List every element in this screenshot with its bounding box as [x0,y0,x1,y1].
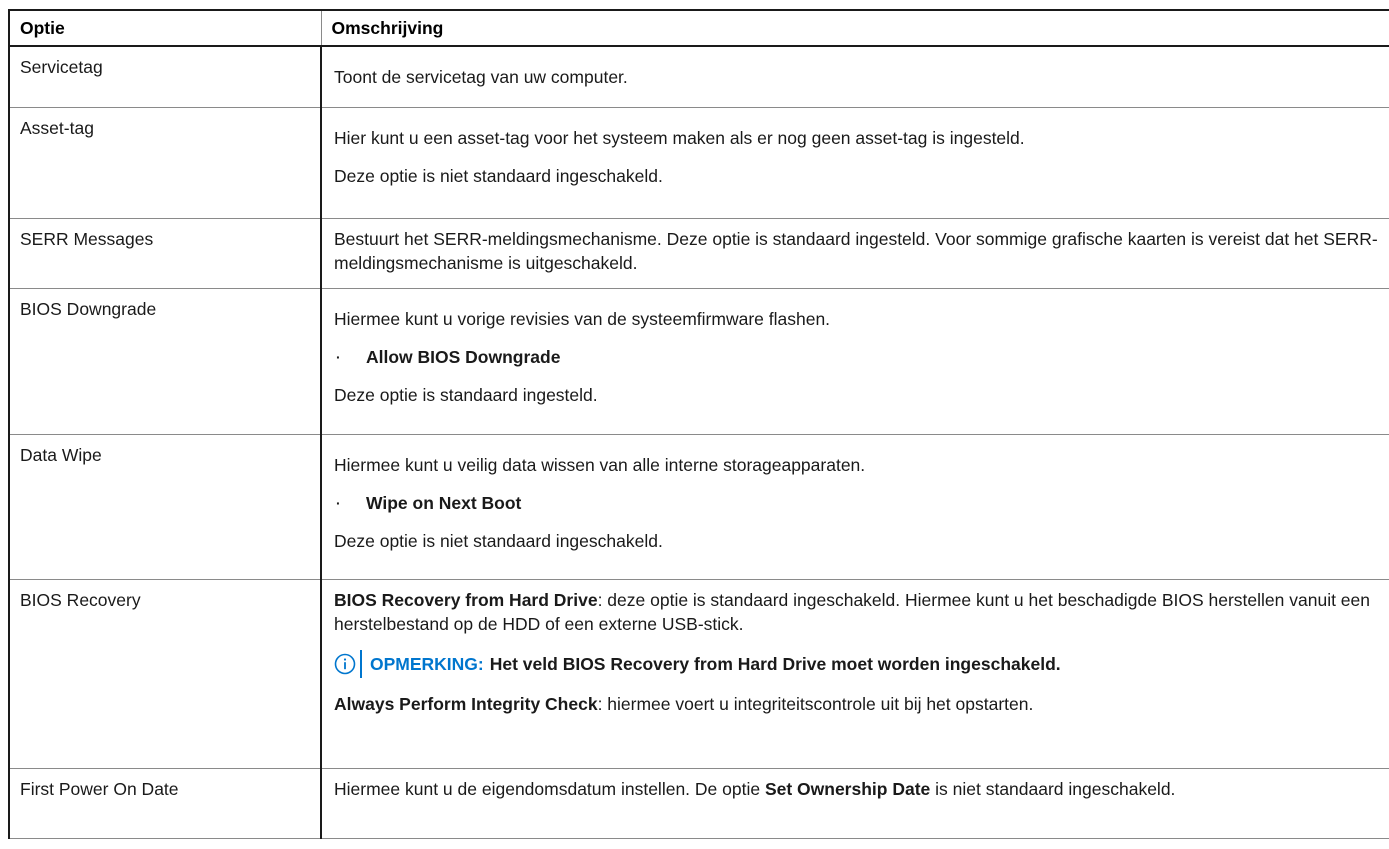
bullet-item: · Wipe on Next Boot [334,491,1389,515]
option-name: BIOS Recovery [8,578,322,769]
table-row: Servicetag Toont de servicetag van uw co… [8,45,1389,108]
table-row: Asset-tag Hier kunt u een asset-tag voor… [8,106,1389,219]
bullet-item: · Allow BIOS Downgrade [334,345,1389,369]
note-separator [360,649,362,678]
option-description: Hiermee kunt u de eigendomsdatum instell… [320,767,1389,839]
description-text: Bestuurt het SERR-meldingsmechanisme. De… [334,228,1378,273]
description-end: is niet standaard ingeschakeld. [930,778,1176,799]
note-text: Het veld BIOS Recovery from Hard Drive m… [489,653,1061,674]
description-text: Toont de servicetag van uw computer. [334,67,628,87]
description-start: Hiermee kunt u de eigendomsdatum instell… [334,778,765,799]
description-text: Hiermee kunt u veilig data wissen van al… [334,454,866,475]
description-text: Hier kunt u een asset-tag voor het syste… [334,127,1025,148]
option-name: Servicetag [8,45,322,108]
option-name: BIOS Downgrade [8,287,322,435]
option-description: Hiermee kunt u veilig data wissen van al… [320,433,1389,580]
option-description: Bestuurt het SERR-meldingsmechanisme. De… [320,217,1389,289]
description-text: Always Perform Integrity Check: hiermee … [334,692,1389,716]
description-text: Deze optie is niet standaard ingeschakel… [334,165,663,186]
bold-term: Always Perform Integrity Check [334,693,598,714]
description-text: Hiermee kunt u vorige revisies van de sy… [334,308,831,329]
option-name: Data Wipe [8,433,322,580]
header-option: Optie [8,9,322,47]
bullet-text: Allow BIOS Downgrade [366,346,561,367]
bullet-text: Wipe on Next Boot [366,492,522,513]
table-row: Data Wipe Hiermee kunt u veilig data wis… [8,433,1389,580]
table-row: SERR Messages Bestuurt het SERR-meldings… [8,217,1389,289]
option-name: Asset-tag [8,106,322,219]
note-label: OPMERKING: [370,653,484,674]
description-text: Deze optie is standaard ingesteld. [334,384,598,405]
bold-term: Set Ownership Date [764,778,931,799]
table-row: BIOS Recovery BIOS Recovery from Hard Dr… [8,578,1389,769]
option-description: Hiermee kunt u vorige revisies van de sy… [320,287,1389,435]
description-text: Deze optie is niet standaard ingeschakel… [334,530,663,551]
option-description: BIOS Recovery from Hard Drive: deze opti… [320,578,1389,769]
description-text: Hiermee kunt u de eigendomsdatum instell… [334,777,1389,801]
option-name: SERR Messages [8,217,322,289]
option-name: First Power On Date [8,767,322,839]
option-description: Toont de servicetag van uw computer. [320,45,1389,108]
info-circle-icon [334,653,356,674]
bullet-icon: · [336,494,341,511]
bullet-icon: · [336,348,341,365]
table-row: BIOS Downgrade Hiermee kunt u vorige rev… [8,287,1389,435]
description-rest: : hiermee voert u integriteitscontrole u… [597,693,1034,714]
table-row: First Power On Date Hiermee kunt u de ei… [8,767,1389,839]
header-description: Omschrijving [320,9,1389,47]
bold-term: BIOS Recovery from Hard Drive [334,589,598,610]
description-text: BIOS Recovery from Hard Drive: deze opti… [334,588,1389,636]
note-callout: OPMERKING: Het veld BIOS Recovery from H… [334,649,1389,678]
option-description: Hier kunt u een asset-tag voor het syste… [320,106,1389,219]
options-table: Optie Omschrijving Servicetag Toont de s… [8,9,1389,839]
table-header-row: Optie Omschrijving [8,9,1389,47]
document-page: Optie Omschrijving Servicetag Toont de s… [0,0,1389,849]
